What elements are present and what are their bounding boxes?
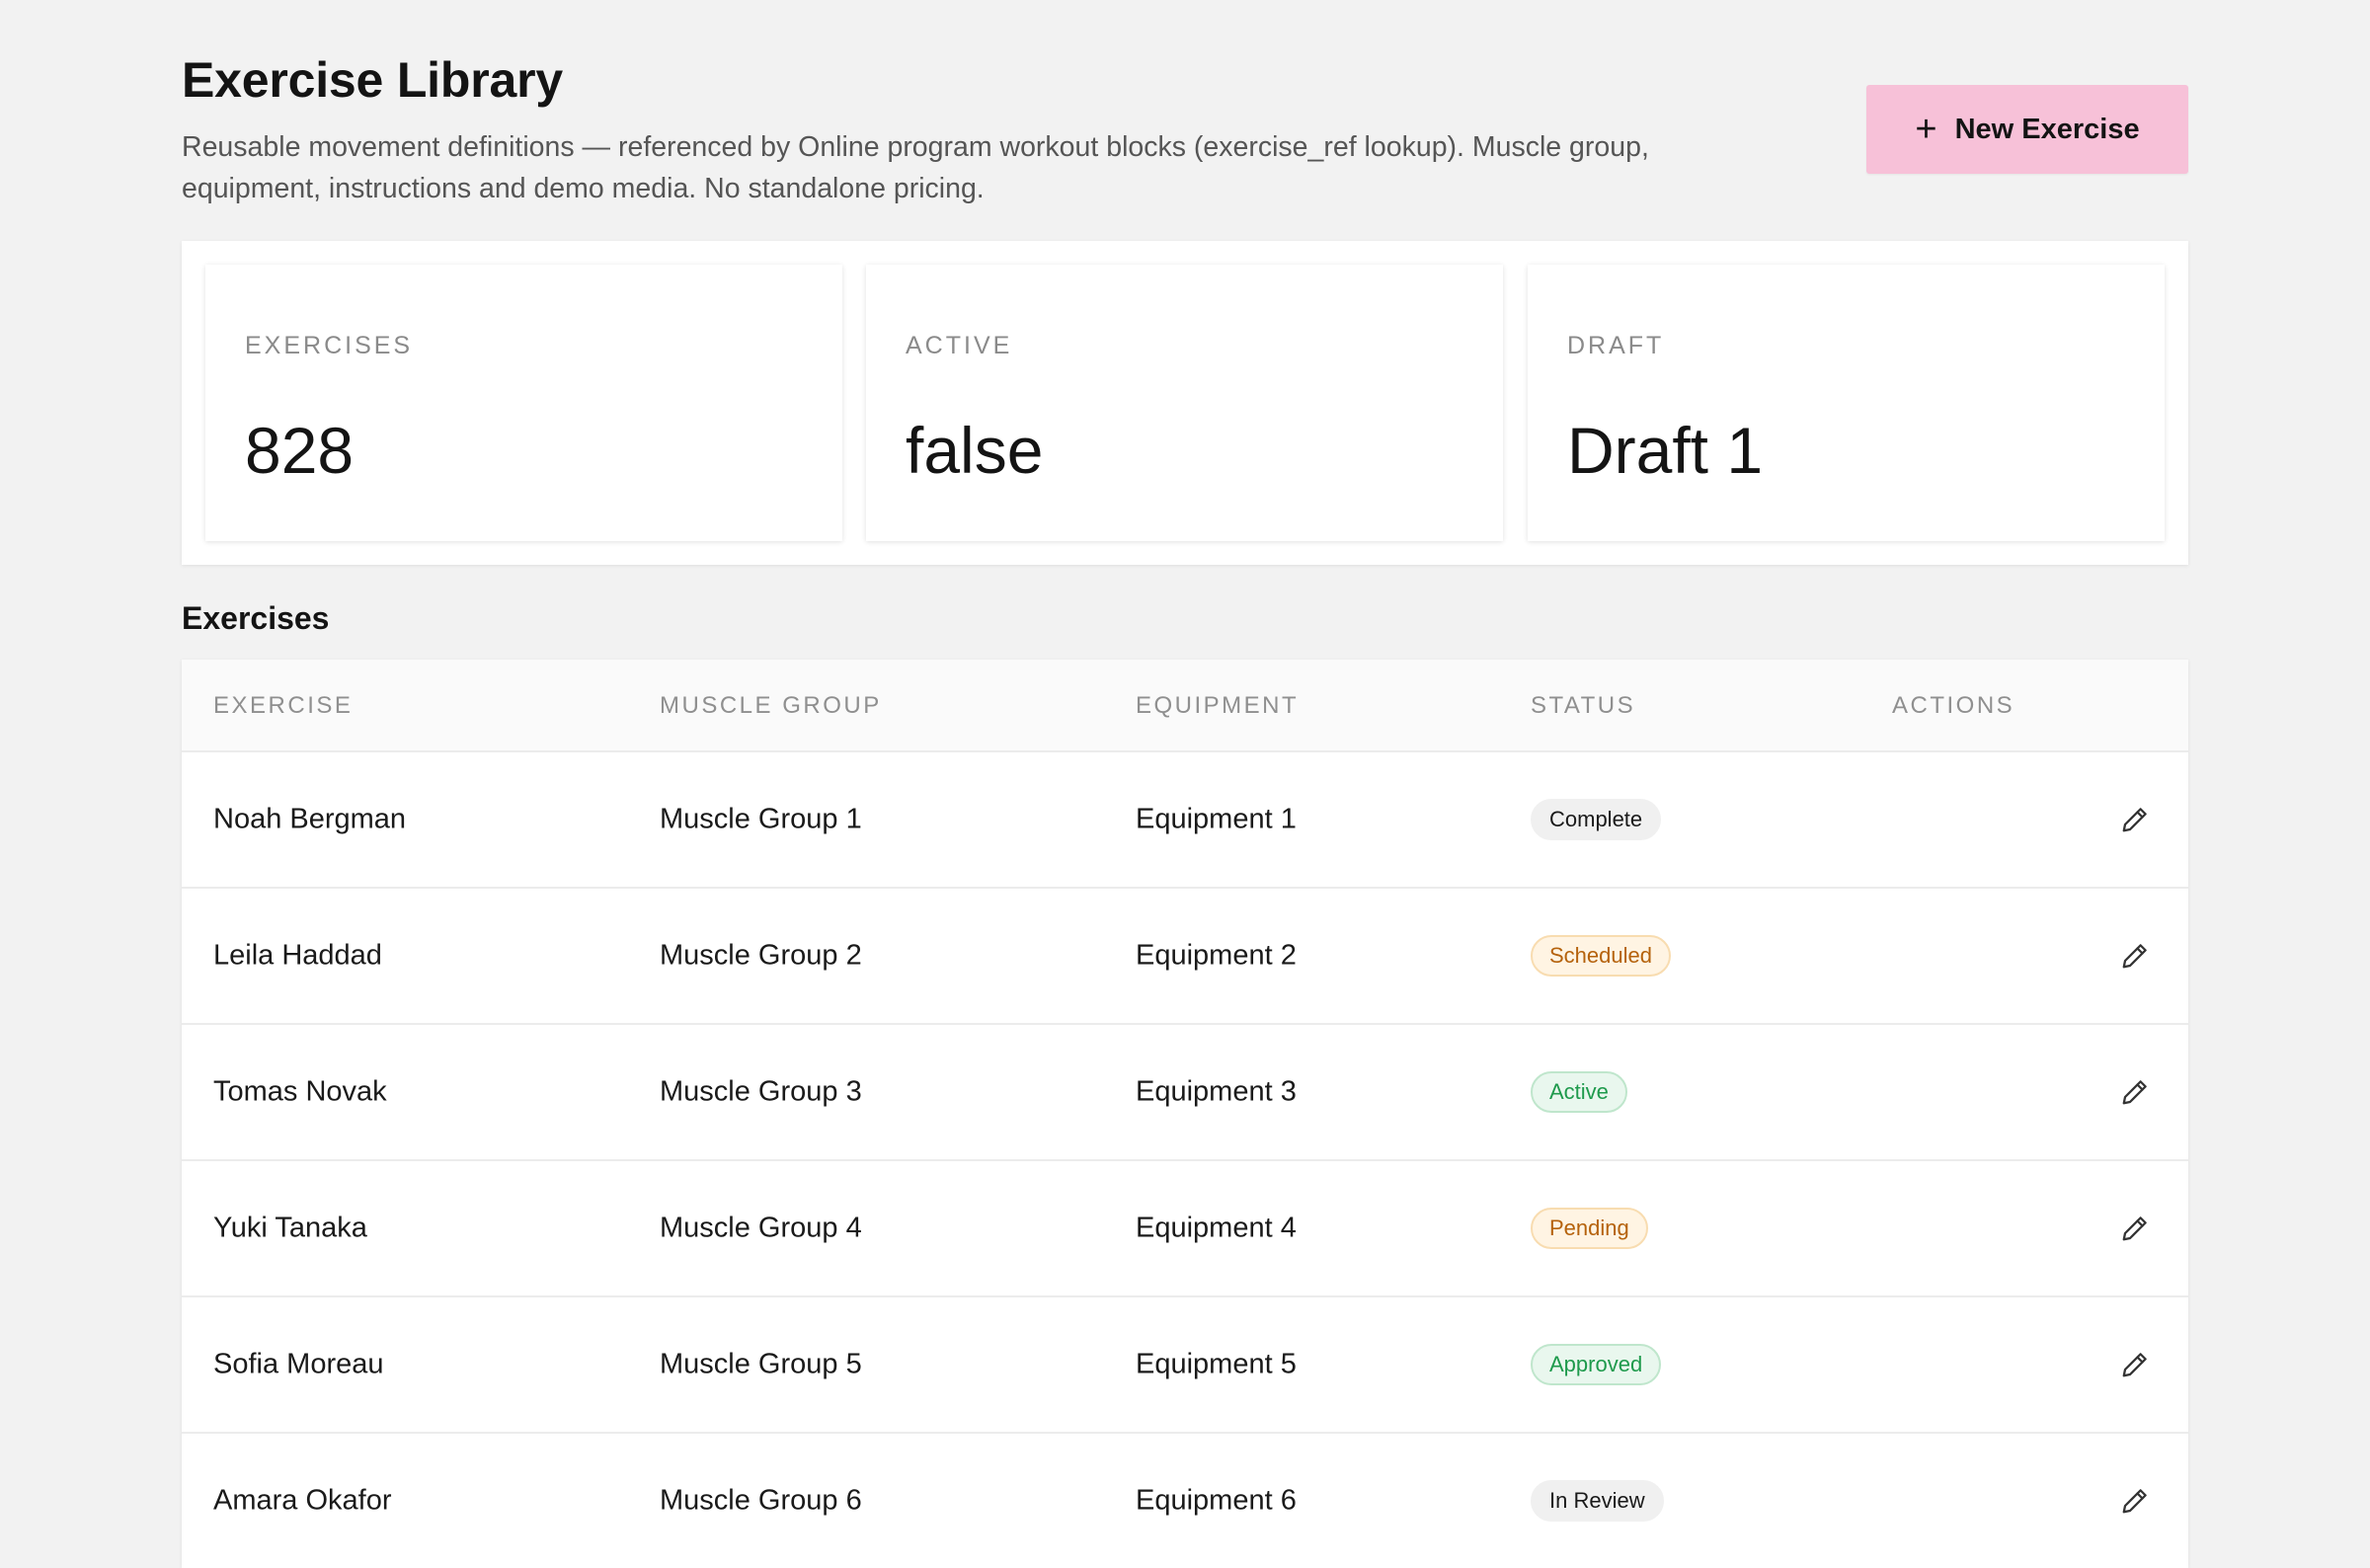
equipment: Equipment 6 [1136, 1484, 1297, 1517]
muscle-group: Muscle Group 2 [660, 939, 862, 972]
table-row[interactable]: Leila Haddad Muscle Group 2 Equipment 2 … [182, 887, 2188, 1023]
column-header-exercise[interactable]: EXERCISE [213, 692, 353, 720]
exercise-name: Sofia Moreau [213, 1348, 384, 1380]
table-row[interactable]: Tomas Novak Muscle Group 3 Equipment 3 A… [182, 1023, 2188, 1159]
page: Exercise Library Reusable movement defin… [182, 0, 2188, 1568]
pencil-icon [2122, 1080, 2147, 1105]
exercise-name: Noah Bergman [213, 803, 407, 835]
exercise-name: Amara Okafor [213, 1484, 392, 1517]
stat-label: EXERCISES [245, 332, 414, 359]
status-badge: Complete [1531, 799, 1662, 840]
plus-icon: + [1915, 109, 1937, 150]
muscle-group: Muscle Group 3 [660, 1075, 862, 1108]
stat-value: 828 [245, 414, 355, 487]
equipment: Equipment 4 [1136, 1212, 1297, 1244]
exercises-table: EXERCISE MUSCLE GROUP EQUIPMENT STATUS A… [182, 660, 2188, 1568]
new-exercise-button-label: New Exercise [1954, 113, 2140, 145]
stats-panel: EXERCISES 828 ACTIVE false DRAFT Draft 1 [182, 241, 2188, 565]
column-header-muscle-group[interactable]: MUSCLE GROUP [660, 692, 882, 720]
edit-button[interactable] [2115, 1481, 2155, 1521]
equipment: Equipment 2 [1136, 939, 1297, 972]
new-exercise-button[interactable]: + New Exercise [1866, 85, 2188, 174]
status-badge: In Review [1531, 1480, 1664, 1522]
table-header: EXERCISE MUSCLE GROUP EQUIPMENT STATUS A… [182, 660, 2188, 750]
equipment: Equipment 1 [1136, 803, 1297, 835]
table-row[interactable]: Noah Bergman Muscle Group 1 Equipment 1 … [182, 750, 2188, 887]
exercise-name: Leila Haddad [213, 939, 382, 972]
pencil-icon [2122, 1353, 2147, 1377]
section-title: Exercises [182, 600, 330, 636]
status-badge: Active [1531, 1071, 1627, 1113]
stat-value: false [906, 414, 1044, 487]
pencil-icon [2122, 808, 2147, 832]
equipment: Equipment 5 [1136, 1348, 1297, 1380]
status-badge: Scheduled [1531, 935, 1671, 977]
muscle-group: Muscle Group 4 [660, 1212, 862, 1244]
muscle-group: Muscle Group 6 [660, 1484, 862, 1517]
page-description: Reusable movement definitions — referenc… [182, 131, 1649, 204]
edit-button[interactable] [2115, 1072, 2155, 1112]
pencil-icon [2122, 1489, 2147, 1514]
table-row[interactable]: Sofia Moreau Muscle Group 5 Equipment 5 … [182, 1295, 2188, 1432]
column-header-actions: ACTIONS [1892, 692, 2015, 719]
status-badge: Pending [1531, 1208, 1648, 1249]
muscle-group: Muscle Group 5 [660, 1348, 862, 1380]
exercise-name: Tomas Novak [213, 1075, 387, 1108]
muscle-group: Muscle Group 1 [660, 803, 862, 835]
stat-label: ACTIVE [906, 332, 1013, 359]
page-header: Exercise Library Reusable movement defin… [182, 0, 2188, 237]
stat-card-exercises: EXERCISES 828 [205, 265, 842, 541]
column-header-status[interactable]: STATUS [1531, 692, 1635, 720]
page-title: Exercise Library [182, 52, 563, 108]
stat-card-draft: DRAFT Draft 1 [1528, 265, 2165, 541]
edit-button[interactable] [2115, 1209, 2155, 1248]
pencil-icon [2122, 944, 2147, 969]
stat-value: Draft 1 [1567, 414, 1764, 487]
edit-button[interactable] [2115, 1345, 2155, 1384]
equipment: Equipment 3 [1136, 1075, 1297, 1108]
edit-button[interactable] [2115, 936, 2155, 976]
column-header-equipment[interactable]: EQUIPMENT [1136, 692, 1299, 720]
pencil-icon [2122, 1216, 2147, 1241]
edit-button[interactable] [2115, 800, 2155, 839]
status-badge: Approved [1531, 1344, 1662, 1385]
table-row[interactable]: Yuki Tanaka Muscle Group 4 Equipment 4 P… [182, 1159, 2188, 1295]
exercise-name: Yuki Tanaka [213, 1212, 367, 1244]
stat-label: DRAFT [1567, 332, 1665, 359]
stat-card-active: ACTIVE false [866, 265, 1503, 541]
table-row[interactable]: Amara Okafor Muscle Group 6 Equipment 6 … [182, 1432, 2188, 1568]
